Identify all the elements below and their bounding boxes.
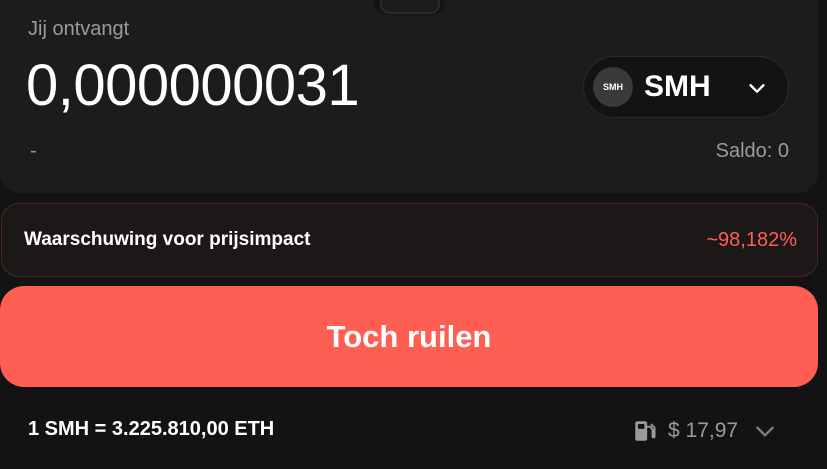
receive-label: Jij ontvangt (28, 18, 130, 40)
usd-value: - (30, 140, 37, 162)
token-balance: Saldo: 0 (715, 140, 789, 162)
receive-amount[interactable]: 0,000000031 (26, 52, 360, 119)
gas-fee: $ 17,97 (668, 419, 739, 442)
chevron-down-icon[interactable] (752, 418, 778, 444)
swap-direction-button[interactable] (380, 0, 440, 14)
token-selector[interactable]: SMH SMH (583, 56, 789, 118)
exchange-rate[interactable]: 1 SMH = 3.225.810,00 ETH (28, 418, 274, 441)
swap-anyway-button[interactable]: Toch ruilen (0, 286, 818, 387)
price-impact-value: ~98,182% (706, 229, 797, 251)
price-impact-label: Waarschuwing voor prijsimpact (24, 229, 311, 250)
gas-fee-info[interactable]: $ 17,97 (632, 416, 778, 446)
smh-token-logo: SMH (593, 67, 633, 107)
price-impact-warning: Waarschuwing voor prijsimpact ~98,182% (1, 203, 818, 277)
token-symbol: SMH (644, 70, 711, 103)
chevron-down-icon (749, 84, 765, 93)
gas-pump-icon (635, 421, 656, 441)
